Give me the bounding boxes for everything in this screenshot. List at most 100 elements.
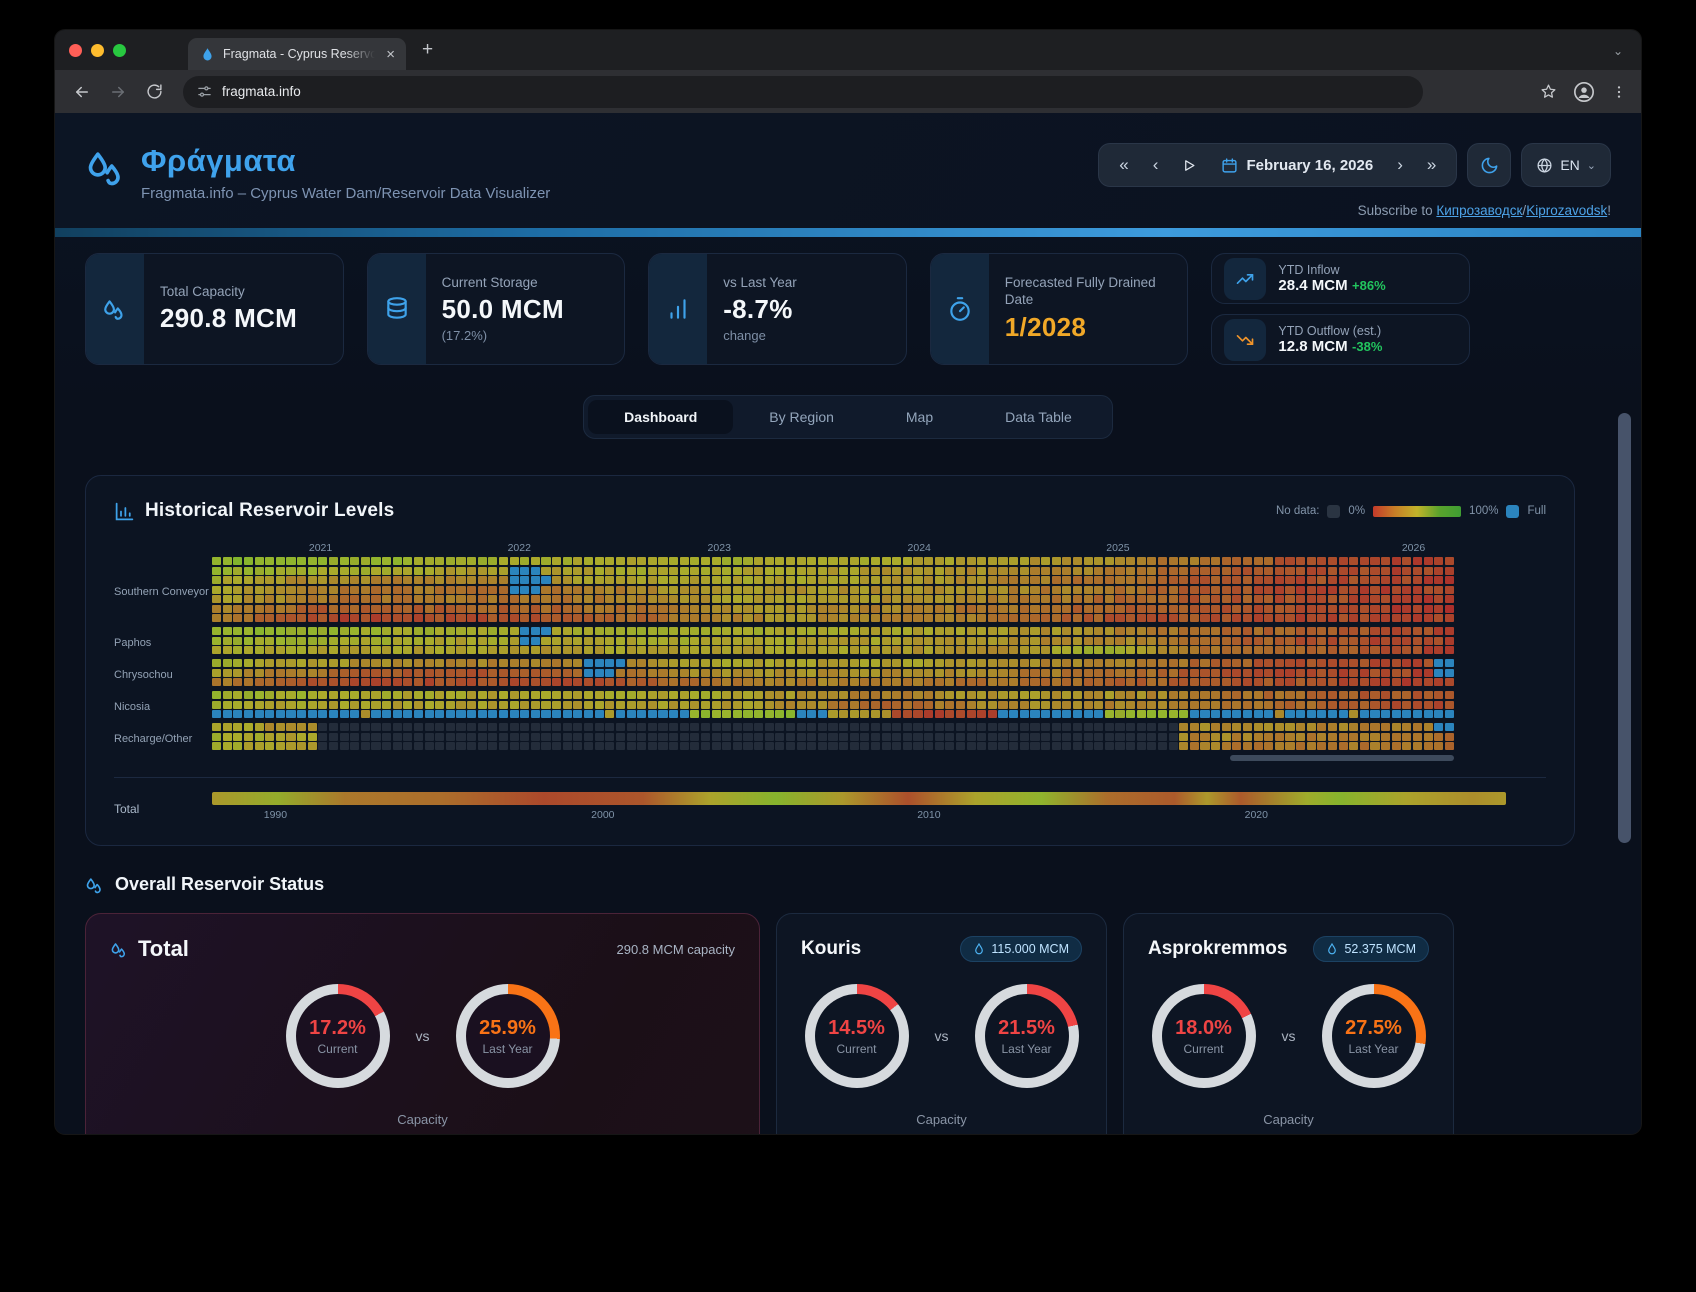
chevron-down-icon: ⌄ [1587, 159, 1596, 172]
vs-label: vs [935, 1028, 949, 1044]
stat-sub: (17.2%) [442, 328, 564, 343]
year-tick-label: 2021 [309, 542, 332, 554]
mini-value: 12.8 MCM [1278, 338, 1347, 355]
subscribe-link-ru[interactable]: Кипрозаводск [1436, 203, 1522, 218]
capacity-label: Capacity [1148, 1112, 1429, 1127]
heatmap-group-label: Southern Conveyor [114, 557, 212, 627]
stat-value: -8.7% [723, 294, 797, 325]
ytd-inflow-card: YTD Inflow 28.4 MCM +86% [1211, 253, 1470, 304]
back-icon[interactable] [67, 77, 97, 107]
reload-icon[interactable] [139, 77, 169, 107]
heatmap-group-label: Paphos [114, 627, 212, 659]
heatmap-group-label: Chrysochou [114, 659, 212, 691]
stat-label: vs Last Year [723, 275, 797, 292]
prev-date-button[interactable]: ‹ [1143, 151, 1169, 179]
droplets-icon [110, 940, 129, 959]
minimize-window-button[interactable] [91, 44, 104, 57]
browser-window: Fragmata - Cyprus Reservoir × + ⌄ fragma… [55, 30, 1641, 1134]
tab-by-region[interactable]: By Region [733, 400, 870, 434]
moon-icon [1480, 156, 1499, 175]
tab-map[interactable]: Map [870, 400, 969, 434]
stat-sub: change [723, 328, 797, 343]
bookmark-star-icon[interactable] [1540, 83, 1557, 100]
browser-tab[interactable]: Fragmata - Cyprus Reservoir × [188, 38, 406, 70]
site-header: Φράγματα Fragmata.info – Cyprus Water Da… [55, 113, 1641, 228]
year-tick-label: 2024 [908, 542, 931, 554]
tab-dashboard[interactable]: Dashboard [588, 400, 733, 434]
year-tick-label: 2000 [591, 809, 614, 821]
close-window-button[interactable] [69, 44, 82, 57]
total-strip-label: Total [114, 802, 212, 816]
status-cards-row: Total 290.8 MCM capacity 17.2%Current vs… [85, 913, 1611, 1134]
vs-label: vs [416, 1028, 430, 1044]
site-settings-tune-icon[interactable] [197, 84, 212, 99]
bar-chart-icon [649, 254, 707, 364]
year-tick-label: 2022 [508, 542, 531, 554]
mini-value: 28.4 MCM [1278, 277, 1347, 294]
tab-title: Fragmata - Cyprus Reservoir [223, 47, 375, 61]
heatmap-horizontal-scrollbar[interactable] [1230, 755, 1454, 761]
total-history-strip[interactable] [212, 792, 1506, 805]
tab-close-icon[interactable]: × [383, 46, 398, 63]
toolbar-right [1540, 81, 1627, 103]
chart-column-icon [114, 501, 135, 522]
trending-up-icon [1224, 258, 1266, 300]
stat-label: Current Storage [442, 275, 564, 292]
year-tick-label: 2010 [917, 809, 940, 821]
subscribe-link-en[interactable]: Kiprozavodsk [1526, 203, 1607, 218]
url-bar[interactable]: fragmata.info [183, 76, 1423, 108]
menu-kebab-icon[interactable] [1611, 84, 1627, 100]
page-scrollbar[interactable] [1618, 413, 1631, 843]
last-date-button[interactable]: » [1417, 151, 1446, 179]
next-date-button[interactable]: › [1387, 151, 1413, 179]
language-selector[interactable]: EN ⌄ [1521, 143, 1611, 187]
capacity-note: 290.8 MCM capacity [617, 942, 736, 957]
stat-label: Forecasted Fully Drained Date [1005, 275, 1172, 309]
legend-full-swatch [1506, 505, 1519, 518]
capacity-value: 290.804 MCM [110, 1131, 735, 1134]
heatmap-grid[interactable] [212, 557, 1454, 750]
profile-avatar-icon[interactable] [1573, 81, 1595, 103]
heatmap-row-labels: Southern ConveyorPaphosChrysochouNicosia… [114, 542, 212, 761]
card-title: Asprokremmos [1148, 938, 1287, 960]
stat-cards-row: Total Capacity 290.8 MCM Current Storage… [55, 237, 1500, 365]
ytd-outflow-card: YTD Outflow (est.) 12.8 MCM -38% [1211, 314, 1470, 365]
capacity-badge: 115.000 MCM [960, 936, 1082, 962]
tab-data-table[interactable]: Data Table [969, 400, 1108, 434]
current-gauge: 18.0%Current [1152, 984, 1256, 1088]
header-accent-bar [55, 228, 1641, 237]
current-date[interactable]: February 16, 2026 [1246, 157, 1373, 174]
heatmap-group-label: Recharge/Other [114, 723, 212, 755]
page-content: Φράγματα Fragmata.info – Cyprus Water Da… [55, 113, 1641, 1134]
stat-value: 1/2028 [1005, 312, 1172, 343]
last-year-gauge: 25.9%Last Year [456, 984, 560, 1088]
tab-search-chevron-icon[interactable]: ⌄ [1607, 40, 1629, 62]
stat-value: 290.8 MCM [160, 303, 297, 334]
zoom-window-button[interactable] [113, 44, 126, 57]
theme-toggle-button[interactable] [1467, 143, 1511, 187]
database-icon [368, 254, 426, 364]
brand: Φράγματα Fragmata.info – Cyprus Water Da… [85, 131, 550, 218]
legend-no-data-swatch [1327, 505, 1340, 518]
capacity-value: 52.375 MCM [1148, 1131, 1429, 1134]
stat-card-vs-last-year: vs Last Year -8.7% change [648, 253, 907, 365]
historical-title: Historical Reservoir Levels [145, 500, 394, 522]
year-tick-label: 2025 [1106, 542, 1129, 554]
play-button[interactable] [1172, 154, 1207, 177]
new-tab-button[interactable]: + [422, 39, 433, 61]
url-text: fragmata.info [222, 84, 301, 99]
vs-label: vs [1282, 1028, 1296, 1044]
year-tick-label: 2023 [708, 542, 731, 554]
browser-toolbar: fragmata.info [55, 70, 1641, 113]
forward-icon[interactable] [103, 77, 133, 107]
droplets-icon [86, 254, 144, 364]
status-card-kouris: Kouris 115.000 MCM 14.5%Current vs 21.5% [776, 913, 1107, 1134]
globe-icon [1536, 157, 1553, 174]
heatmap-group-label: Nicosia [114, 691, 212, 723]
site-title: Φράγματα [141, 145, 550, 178]
capacity-label: Capacity [801, 1112, 1082, 1127]
legend-gradient-swatch [1373, 506, 1461, 517]
first-date-button[interactable]: « [1109, 151, 1138, 179]
browser-tabstrip: Fragmata - Cyprus Reservoir × + ⌄ [55, 30, 1641, 70]
status-card-asprokremmos: Asprokremmos 52.375 MCM 18.0%Current vs [1123, 913, 1454, 1134]
